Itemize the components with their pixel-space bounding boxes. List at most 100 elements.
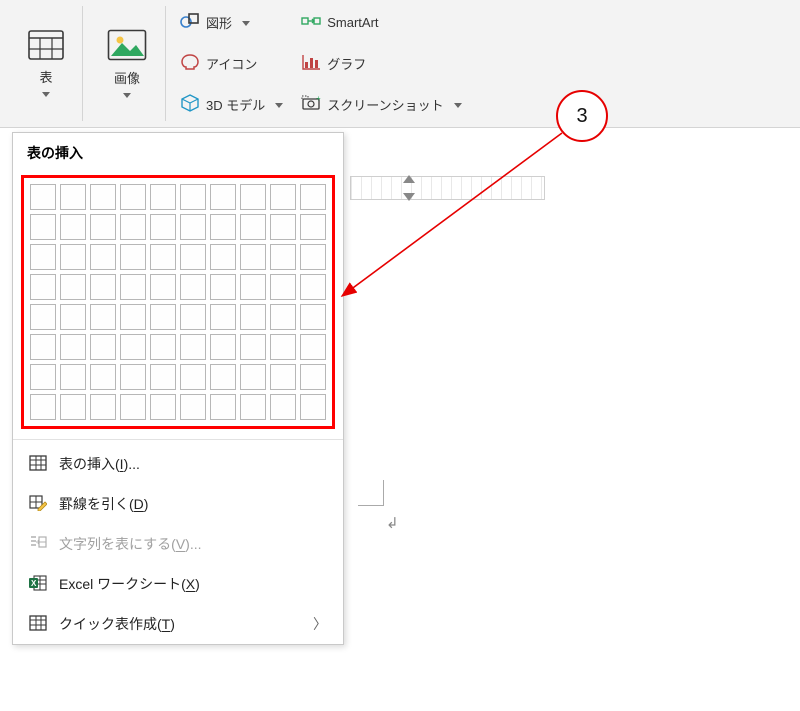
menu-excel-worksheet[interactable]: X Excel ワークシート(X) — [13, 564, 343, 604]
grid-cell[interactable] — [300, 394, 326, 420]
grid-cell[interactable] — [150, 214, 176, 240]
grid-cell[interactable] — [90, 274, 116, 300]
grid-cell[interactable] — [300, 274, 326, 300]
grid-cell[interactable] — [180, 304, 206, 330]
grid-cell[interactable] — [60, 244, 86, 270]
grid-cell[interactable] — [30, 364, 56, 390]
table-size-grid[interactable] — [21, 175, 335, 429]
grid-cell[interactable] — [150, 184, 176, 210]
grid-cell[interactable] — [30, 334, 56, 360]
grid-cell[interactable] — [120, 334, 146, 360]
grid-cell[interactable] — [150, 304, 176, 330]
grid-cell[interactable] — [60, 184, 86, 210]
grid-cell[interactable] — [270, 334, 296, 360]
screenshot-button[interactable]: + スクリーンショット — [297, 93, 465, 116]
grid-cell[interactable] — [120, 364, 146, 390]
grid-cell[interactable] — [60, 364, 86, 390]
grid-cell[interactable] — [90, 304, 116, 330]
grid-cell[interactable] — [90, 184, 116, 210]
screenshot-label: スクリーンショット — [327, 95, 443, 114]
menu-text-to-table: 文字列を表にする(V)... — [13, 524, 343, 564]
grid-cell[interactable] — [180, 394, 206, 420]
grid-cell[interactable] — [270, 364, 296, 390]
image-button[interactable]: 画像 — [101, 25, 153, 102]
grid-cell[interactable] — [60, 334, 86, 360]
grid-cell[interactable] — [120, 244, 146, 270]
grid-cell[interactable] — [90, 214, 116, 240]
first-line-indent-marker[interactable] — [403, 175, 415, 183]
grid-cell[interactable] — [270, 214, 296, 240]
grid-cell[interactable] — [210, 274, 236, 300]
grid-cell[interactable] — [90, 244, 116, 270]
grid-cell[interactable] — [150, 364, 176, 390]
grid-cell[interactable] — [210, 364, 236, 390]
grid-cell[interactable] — [120, 184, 146, 210]
grid-cell[interactable] — [270, 304, 296, 330]
grid-cell[interactable] — [60, 394, 86, 420]
grid-cell[interactable] — [60, 214, 86, 240]
grid-cell[interactable] — [240, 394, 266, 420]
icons-button[interactable]: アイコン — [176, 51, 287, 76]
grid-cell[interactable] — [240, 274, 266, 300]
grid-cell[interactable] — [240, 364, 266, 390]
grid-cell[interactable] — [150, 334, 176, 360]
grid-cell[interactable] — [210, 304, 236, 330]
grid-cell[interactable] — [30, 274, 56, 300]
grid-cell[interactable] — [270, 184, 296, 210]
grid-cell[interactable] — [180, 244, 206, 270]
grid-cell[interactable] — [90, 394, 116, 420]
grid-cell[interactable] — [300, 364, 326, 390]
grid-cell[interactable] — [30, 184, 56, 210]
grid-cell[interactable] — [210, 394, 236, 420]
grid-cell[interactable] — [240, 304, 266, 330]
grid-cell[interactable] — [270, 394, 296, 420]
model3d-label: 3D モデル — [206, 95, 265, 114]
menu-item-label: 罫線を引く(D) — [59, 494, 148, 514]
chart-button[interactable]: グラフ — [297, 52, 465, 75]
grid-cell[interactable] — [120, 274, 146, 300]
grid-cell[interactable] — [300, 214, 326, 240]
grid-cell[interactable] — [30, 244, 56, 270]
menu-insert-table[interactable]: 表の挿入(I)... — [13, 444, 343, 484]
grid-cell[interactable] — [60, 304, 86, 330]
grid-cell[interactable] — [240, 334, 266, 360]
shapes-button[interactable]: 図形 — [176, 10, 287, 35]
menu-quick-tables[interactable]: クイック表作成(T) 〉 — [13, 604, 343, 644]
grid-cell[interactable] — [180, 184, 206, 210]
grid-cell[interactable] — [30, 214, 56, 240]
hanging-indent-marker[interactable] — [403, 193, 415, 201]
grid-cell[interactable] — [120, 394, 146, 420]
grid-cell[interactable] — [240, 244, 266, 270]
grid-cell[interactable] — [90, 364, 116, 390]
grid-cell[interactable] — [180, 274, 206, 300]
ruler[interactable] — [350, 176, 545, 200]
grid-cell[interactable] — [300, 184, 326, 210]
grid-cell[interactable] — [30, 304, 56, 330]
grid-cell[interactable] — [240, 214, 266, 240]
smartart-button[interactable]: SmartArt — [297, 11, 465, 34]
grid-cell[interactable] — [210, 184, 236, 210]
menu-draw-table[interactable]: 罫線を引く(D) — [13, 484, 343, 524]
grid-cell[interactable] — [90, 334, 116, 360]
model3d-button[interactable]: 3D モデル — [176, 92, 287, 117]
grid-cell[interactable] — [300, 334, 326, 360]
grid-cell[interactable] — [240, 184, 266, 210]
grid-cell[interactable] — [300, 304, 326, 330]
grid-cell[interactable] — [180, 364, 206, 390]
grid-cell[interactable] — [180, 334, 206, 360]
grid-cell[interactable] — [210, 214, 236, 240]
grid-cell[interactable] — [150, 244, 176, 270]
grid-cell[interactable] — [270, 274, 296, 300]
grid-cell[interactable] — [150, 274, 176, 300]
grid-cell[interactable] — [270, 244, 296, 270]
grid-cell[interactable] — [210, 334, 236, 360]
grid-cell[interactable] — [120, 304, 146, 330]
grid-cell[interactable] — [120, 214, 146, 240]
grid-cell[interactable] — [30, 394, 56, 420]
grid-cell[interactable] — [150, 394, 176, 420]
grid-cell[interactable] — [180, 214, 206, 240]
grid-cell[interactable] — [210, 244, 236, 270]
grid-cell[interactable] — [60, 274, 86, 300]
grid-cell[interactable] — [300, 244, 326, 270]
table-button[interactable]: 表 — [22, 26, 70, 101]
